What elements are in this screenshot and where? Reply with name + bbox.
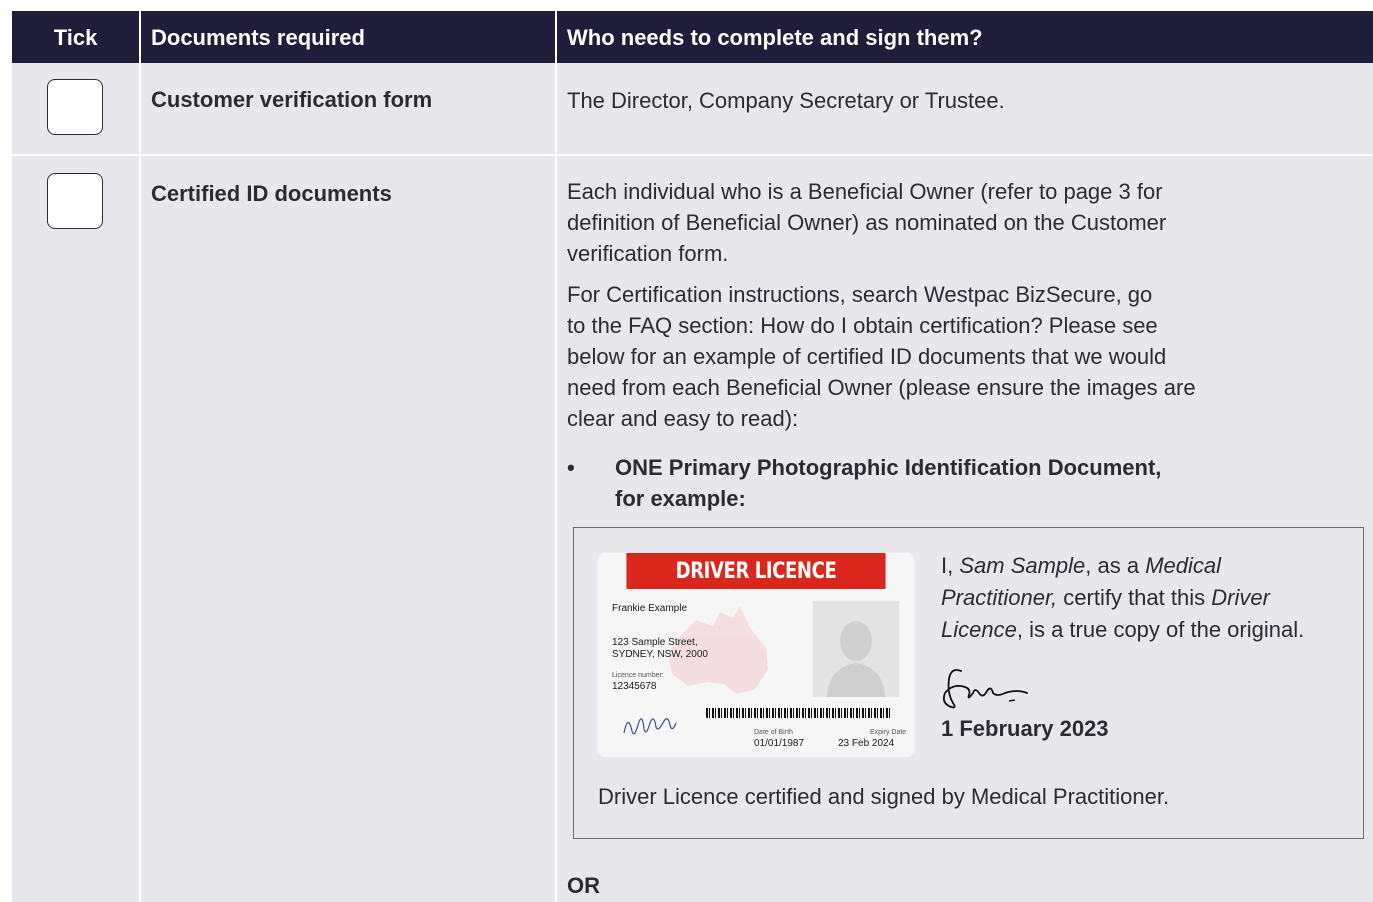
bullet-marker: •: [567, 455, 575, 480]
column-divider: [555, 63, 557, 902]
expiry-label: Expiry Date: [870, 729, 907, 736]
text-line: for example:: [615, 486, 746, 511]
text-fragment: , as a: [1085, 553, 1146, 578]
card-address-line: SYDNEY, NSW, 2000: [612, 649, 708, 660]
person-silhouette-icon: [827, 621, 885, 697]
document-type: Driver: [1211, 585, 1270, 610]
text-fragment: I,: [941, 553, 960, 578]
driver-licence-card: DRIVER LICENCE Frankie Example 123 Sampl…: [598, 553, 914, 757]
licence-number-label: Licence number:: [612, 672, 664, 679]
certified-id-example: DRIVER LICENCE Frankie Example 123 Sampl…: [573, 527, 1364, 839]
text-line: For Certification instructions, search W…: [567, 282, 1153, 307]
expiry-value: 23 Feb 2024: [838, 738, 895, 749]
signature-icon: [623, 718, 677, 735]
text-line: definition of Beneficial Owner) as nomin…: [567, 210, 1167, 235]
text-line: below for an example of certified ID doc…: [567, 344, 1167, 369]
who-text: The Director, Company Secretary or Trust…: [567, 88, 1005, 113]
text-line: clear and easy to read):: [567, 406, 799, 431]
header-tick: Tick: [53, 25, 98, 50]
certification-date: 1 February 2023: [941, 716, 1109, 741]
table-row: Customer verification form The Director,…: [12, 63, 1373, 154]
text-line: Each individual who is a Beneficial Owne…: [567, 179, 1163, 204]
table-header: Tick Documents required Who needs to com…: [12, 11, 1373, 63]
card-title: DRIVER LICENCE: [626, 553, 886, 589]
text-line: to the FAQ section: How do I obtain cert…: [567, 313, 1158, 338]
document-name: Customer verification form: [151, 87, 433, 112]
card-holder-name: Frankie Example: [612, 603, 688, 614]
certifier-name: Sam Sample: [959, 553, 1086, 578]
document-type: Licence: [941, 617, 1017, 642]
document-name: Certified ID documents: [151, 181, 392, 206]
licence-number: 12345678: [612, 681, 657, 692]
header-divider: [139, 11, 141, 63]
certification-statement: I, Sam Sample, as a Medical Practitioner…: [941, 550, 1361, 646]
header-documents: Documents required: [151, 25, 365, 50]
text-line: Practitioner, certify that this Driver: [941, 582, 1361, 614]
example-caption: Driver Licence certified and signed by M…: [598, 784, 1170, 809]
signature-icon: [942, 669, 1028, 709]
checkbox-icon[interactable]: [47, 79, 103, 135]
text-line: need from each Beneficial Owner (please …: [567, 375, 1196, 400]
certifier-role: Practitioner,: [941, 585, 1058, 610]
text-line: I, Sam Sample, as a Medical: [941, 550, 1361, 582]
or-separator: OR: [567, 873, 600, 898]
column-divider: [139, 63, 141, 902]
document-checklist-table: Tick Documents required Who needs to com…: [12, 11, 1373, 902]
who-paragraph-1: Each individual who is a Beneficial Owne…: [567, 176, 1166, 269]
bullet-text: ONE Primary Photographic Identification …: [615, 452, 1315, 514]
certifier-role: Medical: [1145, 553, 1222, 578]
text-fragment: certify that this: [1057, 585, 1212, 610]
dob-value: 01/01/1987: [754, 738, 805, 749]
header-who: Who needs to complete and sign them?: [567, 25, 983, 50]
text-line: ONE Primary Photographic Identification …: [615, 455, 1162, 480]
checkbox-icon[interactable]: [47, 173, 103, 229]
who-paragraph-2: For Certification instructions, search W…: [567, 279, 1196, 434]
text-line: Licence, is a true copy of the original.: [941, 614, 1361, 646]
header-divider: [555, 11, 557, 63]
text-fragment: , is a true copy of the original.: [1016, 617, 1305, 642]
card-address-line: 123 Sample Street,: [612, 637, 698, 648]
text-line: verification form.: [567, 241, 729, 266]
barcode-icon: [706, 708, 892, 718]
dob-label: Date of Birth: [754, 729, 793, 736]
photo-placeholder: [813, 601, 899, 697]
